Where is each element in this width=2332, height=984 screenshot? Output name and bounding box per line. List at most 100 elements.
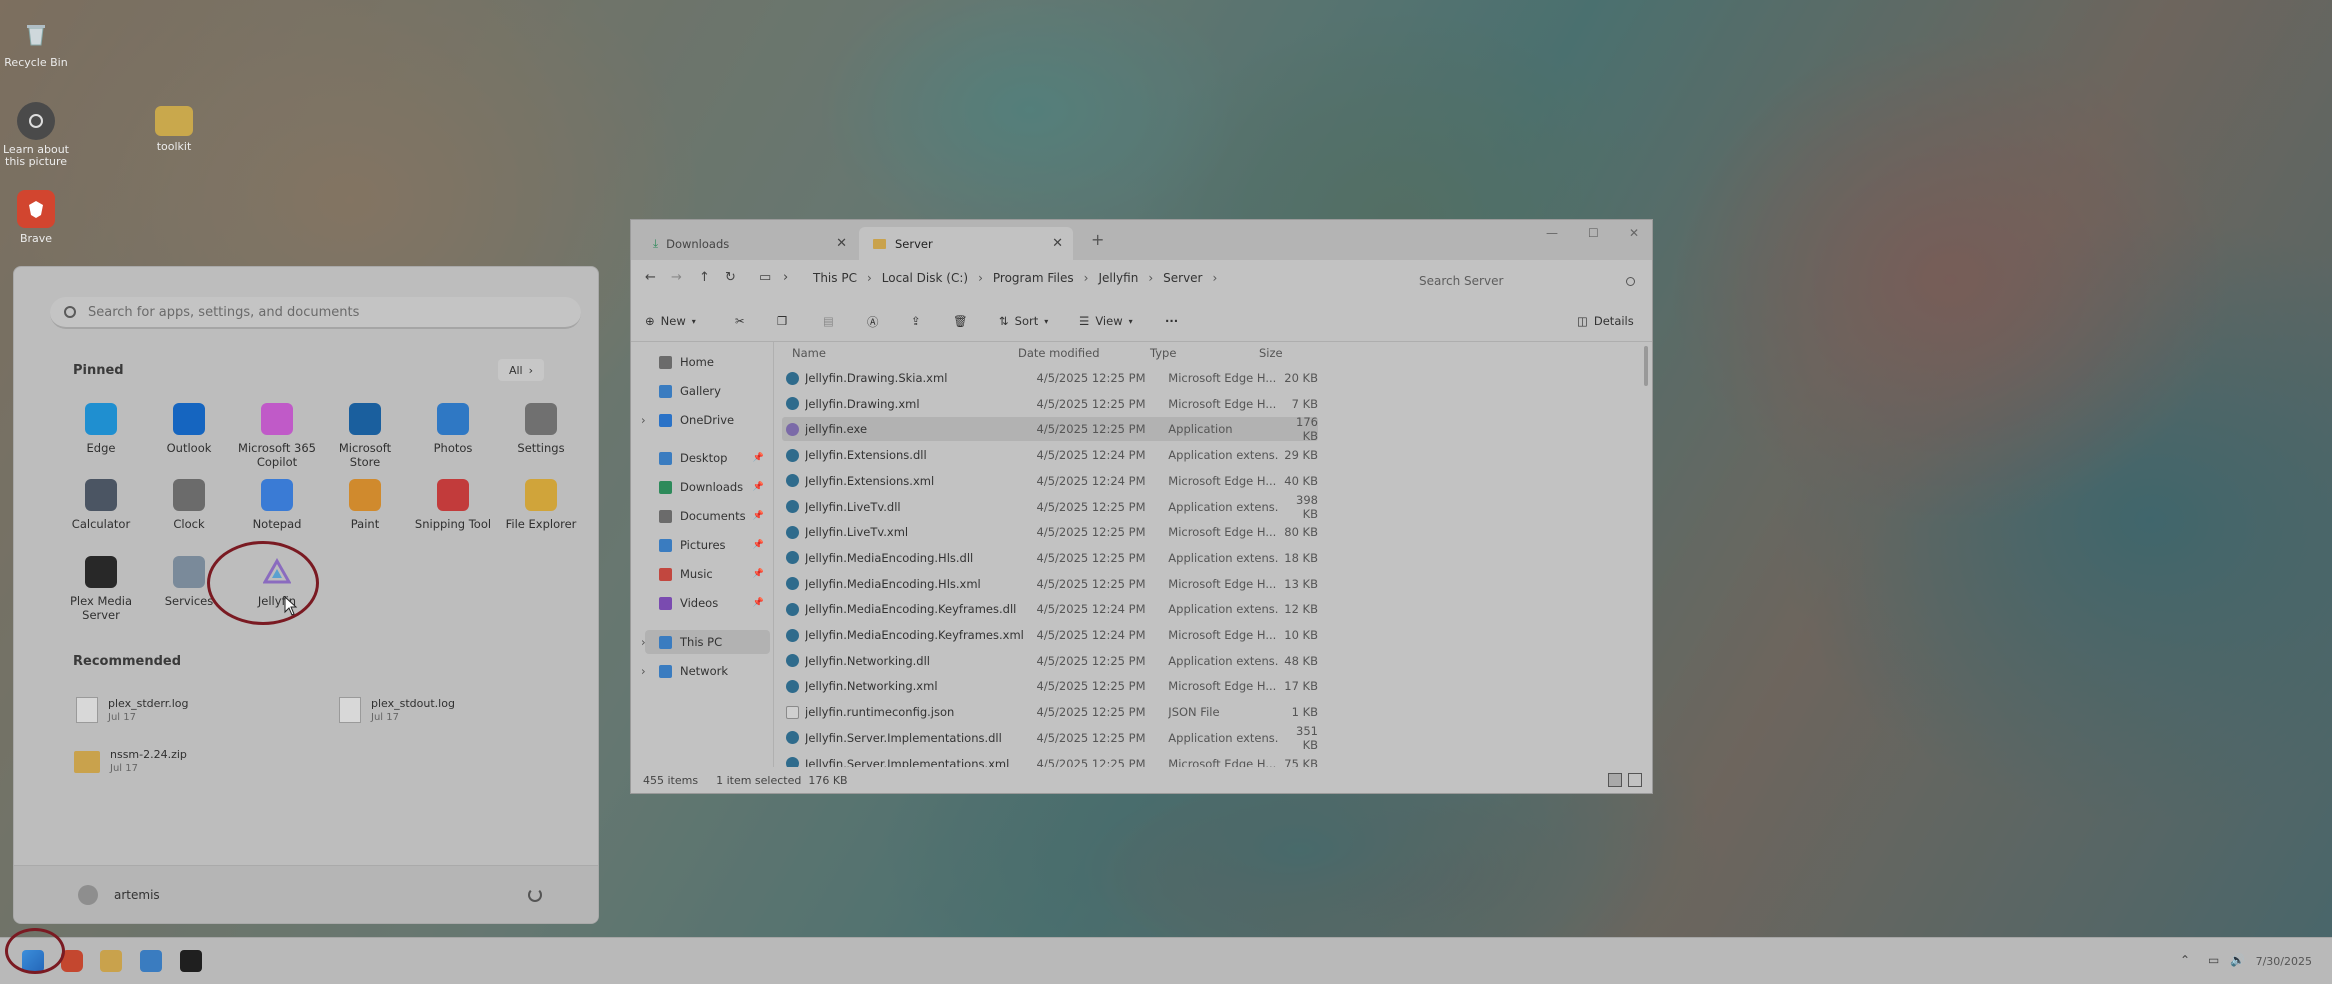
explorer-search-input[interactable]: Search Server xyxy=(1409,267,1643,295)
close-window-button[interactable]: ✕ xyxy=(1629,226,1639,240)
nav-item-downloads[interactable]: Downloads 📌 xyxy=(645,475,770,499)
pinned-app-paint[interactable]: Paint xyxy=(322,479,408,531)
rename-icon[interactable]: Ⓐ xyxy=(867,314,879,330)
breadcrumb-item[interactable]: Server xyxy=(1163,271,1202,285)
new-button[interactable]: ⊕ New ▾ xyxy=(645,314,696,328)
column-header-size[interactable]: Size xyxy=(1259,346,1283,364)
tab-downloads[interactable]: ⤓ Downloads ✕ xyxy=(639,227,857,260)
nav-item-gallery[interactable]: Gallery xyxy=(645,379,770,403)
power-icon[interactable] xyxy=(528,888,542,902)
breadcrumb-item[interactable]: Program Files xyxy=(993,271,1074,285)
table-row[interactable]: Jellyfin.Extensions.xml 4/5/2025 12:24 PM… xyxy=(782,469,1318,493)
pinned-app-calculator[interactable]: Calculator xyxy=(58,479,144,531)
copy-icon[interactable]: ❐ xyxy=(777,314,787,328)
table-row[interactable]: Jellyfin.Server.Implementations.dll 4/5/2… xyxy=(782,724,1318,752)
pinned-app-snipping-tool[interactable]: Snipping Tool xyxy=(410,479,496,531)
photos-icon[interactable] xyxy=(140,950,162,972)
terminal-icon[interactable] xyxy=(180,950,202,972)
table-row[interactable]: Jellyfin.MediaEncoding.Hls.dll 4/5/2025 1… xyxy=(782,546,1318,570)
more-options-icon[interactable]: ··· xyxy=(1165,314,1178,328)
pinned-app-outlook[interactable]: Outlook xyxy=(146,403,232,455)
table-row[interactable]: Jellyfin.MediaEncoding.Keyframes.dll 4/5/… xyxy=(782,597,1318,621)
folder-icon[interactable] xyxy=(100,950,122,972)
recommended-item[interactable]: plex_stdout.log Jul 17 xyxy=(339,697,455,723)
nav-item-desktop[interactable]: Desktop 📌 xyxy=(645,446,770,470)
edge-file-icon xyxy=(786,602,799,616)
nav-item-videos[interactable]: Videos 📌 xyxy=(645,591,770,615)
minimize-button[interactable]: — xyxy=(1546,226,1558,240)
pinned-app-microsoft-store[interactable]: Microsoft Store xyxy=(322,403,408,469)
cut-icon[interactable]: ✂ xyxy=(735,314,745,328)
recommended-item[interactable]: nssm-2.24.zip Jul 17 xyxy=(74,748,187,774)
avatar[interactable] xyxy=(78,885,98,905)
pinned-app-settings[interactable]: Settings xyxy=(498,403,584,455)
forward-button[interactable]: → xyxy=(671,270,682,285)
nav-item-onedrive[interactable]: › OneDrive xyxy=(641,408,770,432)
delete-icon[interactable]: 🗑 xyxy=(953,314,968,328)
all-apps-button[interactable]: All › xyxy=(498,359,544,381)
close-tab-icon[interactable]: ✕ xyxy=(836,236,847,251)
network-icon[interactable]: ▭ xyxy=(2208,953,2219,967)
table-row[interactable]: Jellyfin.MediaEncoding.Keyframes.xml 4/5/… xyxy=(782,623,1318,647)
pinned-app-plex-media-server[interactable]: Plex Media Server xyxy=(58,556,144,622)
pinned-app-notepad[interactable]: Notepad xyxy=(234,479,320,531)
share-icon[interactable]: ⇪ xyxy=(911,314,921,328)
paste-icon[interactable]: ▤ xyxy=(823,314,834,328)
up-button[interactable]: ↑ xyxy=(699,270,710,285)
table-row[interactable]: Jellyfin.Server.Implementations.xml 4/5/2… xyxy=(782,752,1318,767)
pinned-app-microsoft-365-copilot[interactable]: Microsoft 365 Copilot xyxy=(234,403,320,469)
pinned-app-clock[interactable]: Clock xyxy=(146,479,232,531)
user-name[interactable]: artemis xyxy=(114,888,160,902)
chevron-right-icon[interactable]: › xyxy=(641,664,646,678)
table-row[interactable]: Jellyfin.LiveTv.dll 4/5/2025 12:25 PM Appl… xyxy=(782,493,1318,521)
table-row[interactable]: Jellyfin.Drawing.Skia.xml 4/5/2025 12:25 … xyxy=(782,366,1318,390)
breadcrumb-item[interactable]: Local Disk (C:) xyxy=(882,271,968,285)
new-tab-button[interactable]: + xyxy=(1091,230,1104,249)
desktop-icon-toolkit[interactable]: toolkit xyxy=(136,102,212,153)
jellyfin-icon xyxy=(786,422,799,436)
chevron-right-icon[interactable]: › xyxy=(641,413,646,427)
column-header-name[interactable]: Name xyxy=(792,346,826,364)
nav-item-this-pc[interactable]: › This PC xyxy=(641,630,770,654)
column-header-type[interactable]: Type xyxy=(1150,346,1176,364)
desktop-icon-learn-about-picture[interactable]: Learn about this picture xyxy=(0,102,74,168)
chevron-up-icon[interactable]: ⌃ xyxy=(2180,953,2190,967)
scrollbar[interactable] xyxy=(1644,346,1648,386)
desktop-icon-recycle-bin[interactable]: Recycle Bin xyxy=(0,14,74,69)
maximize-button[interactable]: ☐ xyxy=(1588,226,1599,240)
refresh-button[interactable]: ↻ xyxy=(725,270,736,285)
column-header-date[interactable]: Date modified xyxy=(1018,346,1100,364)
volume-icon[interactable]: 🔊 xyxy=(2230,953,2245,967)
sort-button[interactable]: ⇅ Sort ▾ xyxy=(999,314,1048,328)
nav-item-network[interactable]: › Network xyxy=(641,659,770,683)
back-button[interactable]: ← xyxy=(645,270,656,285)
table-row[interactable]: Jellyfin.Drawing.xml 4/5/2025 12:25 PM Mic… xyxy=(782,392,1318,416)
nav-item-music[interactable]: Music 📌 xyxy=(645,562,770,586)
table-row[interactable]: Jellyfin.MediaEncoding.Hls.xml 4/5/2025 1… xyxy=(782,572,1318,596)
pinned-app-photos[interactable]: Photos xyxy=(410,403,496,455)
table-row[interactable]: Jellyfin.Networking.dll 4/5/2025 12:25 PM… xyxy=(782,649,1318,673)
breadcrumb-item[interactable]: Jellyfin xyxy=(1098,271,1138,285)
pinned-app-file-explorer[interactable]: File Explorer xyxy=(498,479,584,531)
table-row[interactable]: Jellyfin.Extensions.dll 4/5/2025 12:24 PM… xyxy=(782,443,1318,467)
nav-item-documents[interactable]: Documents 📌 xyxy=(645,504,770,528)
table-row[interactable]: Jellyfin.LiveTv.xml 4/5/2025 12:25 PM Micr… xyxy=(782,520,1318,544)
tiles-view-icon[interactable] xyxy=(1628,773,1642,787)
nav-item-home[interactable]: Home xyxy=(645,350,770,374)
breadcrumb-item[interactable]: This PC xyxy=(813,271,857,285)
pinned-app-edge[interactable]: Edge xyxy=(58,403,144,455)
tab-server[interactable]: Server ✕ xyxy=(859,227,1073,260)
details-view-icon[interactable] xyxy=(1608,773,1622,787)
desktop-icon-brave[interactable]: Brave xyxy=(0,190,74,245)
table-row[interactable]: jellyfin.runtimeconfig.json 4/5/2025 12:2… xyxy=(782,700,1318,724)
details-button[interactable]: ◫ Details xyxy=(1577,314,1634,328)
view-button[interactable]: ☰ View ▾ xyxy=(1079,314,1133,328)
close-tab-icon[interactable]: ✕ xyxy=(1052,236,1063,251)
recommended-item[interactable]: plex_stderr.log Jul 17 xyxy=(76,697,189,723)
table-row[interactable]: Jellyfin.Networking.xml 4/5/2025 12:25 PM… xyxy=(782,674,1318,698)
chevron-right-icon[interactable]: › xyxy=(641,635,646,649)
start-search-input[interactable]: Search for apps, settings, and documents xyxy=(50,297,581,329)
nav-item-pictures[interactable]: Pictures 📌 xyxy=(645,533,770,557)
table-row[interactable]: jellyfin.exe 4/5/2025 12:25 PM Application… xyxy=(782,415,1318,443)
taskbar-clock[interactable]: 7/30/2025 xyxy=(2256,955,2312,968)
